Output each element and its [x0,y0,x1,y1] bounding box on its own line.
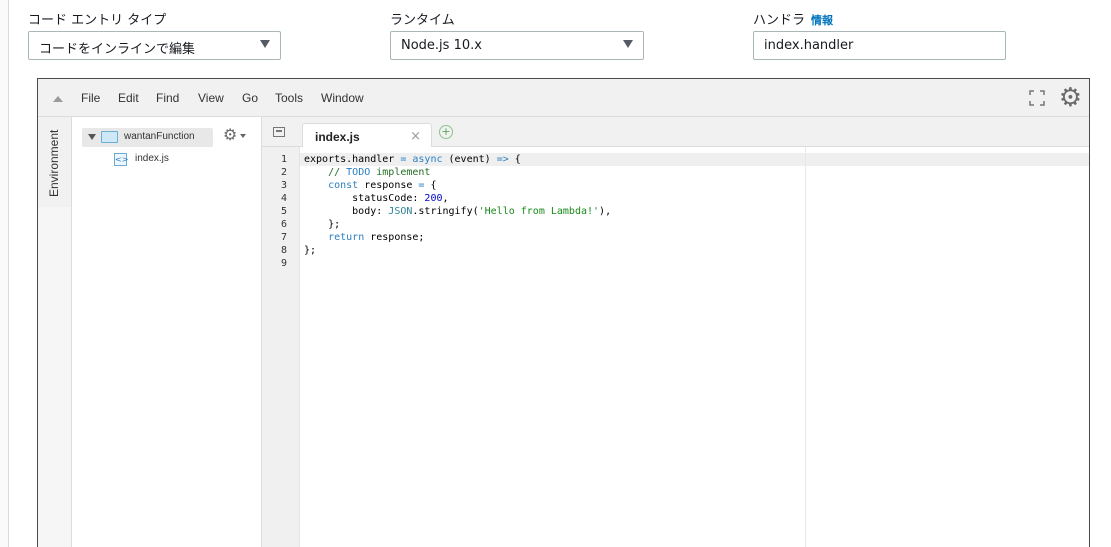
tree-settings-gear-icon[interactable]: ⚙ [223,127,237,143]
line-number: 7 [280,232,287,243]
runtime-value: Node.js 10.x [401,38,482,53]
code-line: }; [304,245,317,256]
line-number: 4 [280,193,287,204]
menu-find[interactable]: Find [156,91,179,105]
line-number: 6 [280,219,287,230]
handler-input[interactable] [753,31,1006,60]
menu-view[interactable]: View [198,91,224,105]
handler-label: ハンドラ 情報 [753,9,833,28]
page-left-border [0,0,9,547]
settings-gear-icon[interactable]: ⚙ [1059,85,1082,111]
line-number: 8 [280,245,287,256]
tree-file-item[interactable]: index.js [135,153,169,164]
line-number: 5 [280,206,287,217]
code-editor[interactable]: exports.handler = async (event) => { // … [300,147,1089,547]
code-entry-type-value: コードをインラインで編集 [39,42,196,57]
tree-root-folder[interactable]: wantanFunction [82,128,213,147]
tab-index-js[interactable]: index.js × [302,123,432,148]
add-tab-icon[interactable]: + [439,125,453,139]
runtime-select[interactable]: Node.js 10.x [390,31,644,60]
line-number: 3 [280,180,287,191]
code-line: // TODO implement [328,167,431,178]
print-margin [805,147,806,547]
environment-tab[interactable]: Environment [38,117,72,207]
line-number: 9 [280,258,287,269]
tree-root-label: wantanFunction [124,131,195,142]
file-tree-panel: wantanFunction ⚙ <> index.js [72,117,262,547]
code-line: statusCode: 200, [304,193,449,204]
folder-icon [101,131,118,143]
code-line: return response; [328,232,425,243]
tree-settings-caret-icon[interactable] [240,134,246,138]
collapse-menu-icon[interactable] [53,96,63,102]
menu-file[interactable]: File [81,91,100,105]
line-number: 2 [280,167,287,178]
environment-tab-label: Environment [47,129,61,197]
code-entry-type-select[interactable]: コードをインラインで編集 [28,31,281,60]
js-file-icon: <> [114,153,129,166]
dropdown-arrow-icon [623,40,633,48]
tab-list-icon[interactable] [273,127,285,137]
line-number-gutter: 1 2 3 4 5 6 7 8 9 [262,147,300,547]
runtime-label: ランタイム [390,13,455,28]
editor-area: index.js × + 1 2 3 4 5 6 7 8 9 exports.h… [262,117,1089,547]
handler-info-link[interactable]: 情報 [811,14,833,27]
menu-window[interactable]: Window [321,91,364,105]
code-line: const response = { [328,180,437,191]
tab-label: index.js [315,130,360,144]
menu-go[interactable]: Go [242,91,258,105]
code-editor-ide: File Edit Find View Go Tools Window ⚙ En… [37,78,1090,547]
expand-caret-icon[interactable] [88,134,96,140]
tab-close-icon[interactable]: × [410,129,421,144]
editor-tabbar: index.js × + [262,117,1089,148]
environment-side-strip [38,207,72,547]
handler-label-text: ハンドラ [753,13,806,28]
ide-menubar: File Edit Find View Go Tools Window ⚙ [38,79,1089,117]
menu-tools[interactable]: Tools [275,91,303,105]
code-line: }; [304,219,341,230]
dropdown-arrow-icon [260,40,270,48]
menu-edit[interactable]: Edit [118,91,139,105]
line-number: 1 [280,154,287,165]
code-line: exports.handler = async (event) => { [304,154,521,165]
code-entry-type-label: コード エントリ タイプ [28,13,167,28]
code-line: body: JSON.stringify('Hello from Lambda!… [304,206,612,217]
fullscreen-icon[interactable] [1029,90,1045,106]
